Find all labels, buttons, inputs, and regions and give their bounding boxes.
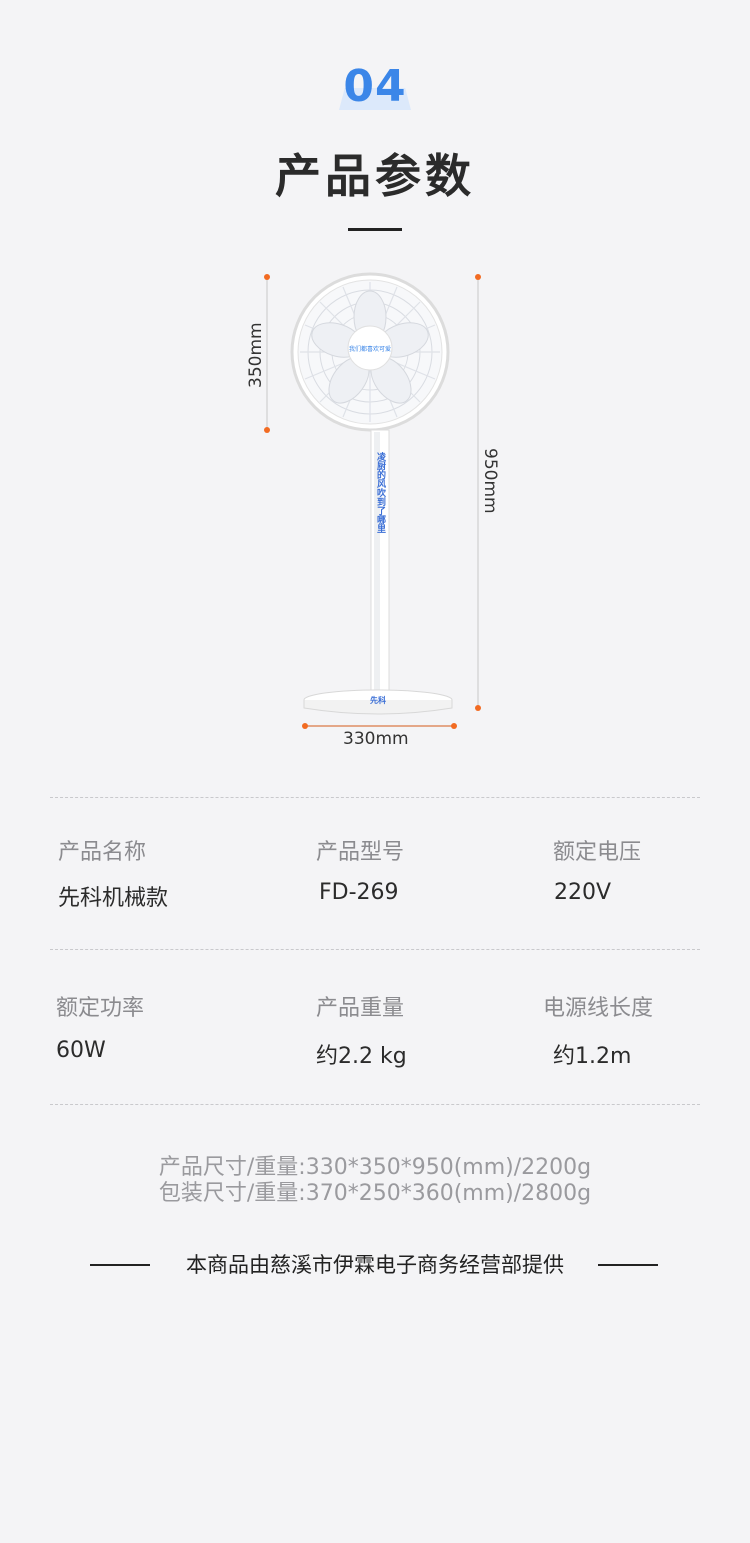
spec-label-model: 产品型号 [316,840,405,865]
spec-value-voltage: 220V [554,880,612,905]
spec-label-cord-length: 电源线长度 [543,996,654,1021]
spec-value-cord-length: 约1.2m [553,1044,632,1069]
spec-value-weight: 约2.2 kg [316,1044,407,1069]
dim-head-height: 350mm [246,322,266,388]
divider [50,797,700,798]
dim-dot [451,723,457,729]
product-illustration: 我们都喜欢可爱 凌厨的风吹到了哪里 先科 350mm 950mm 330mm [230,262,520,762]
provider-text: 本商品由慈溪市伊霖电子商务经营部提供 [186,1253,564,1277]
dim-dot [475,705,481,711]
base-text: 先科 [370,695,386,705]
pole-text: 凌厨的风吹到了哪里 [375,451,386,533]
provider-row: 本商品由慈溪市伊霖电子商务经营部提供 [90,1250,660,1280]
dim-dot [264,427,270,433]
package-size-line: 包装尺寸/重量:370*250*360(mm)/2800g [158,1181,592,1206]
fan-image: 我们都喜欢可爱 凌厨的风吹到了哪里 先科 [264,272,481,729]
dim-base-width: 330mm [343,729,409,749]
fan-badge-text: 我们都喜欢可爱 [349,345,391,353]
title-underline [348,228,402,231]
spec-value-name: 先科机械款 [58,886,169,911]
page-title: 产品参数 [275,149,475,203]
spec-value-power: 60W [56,1038,106,1063]
dim-dot [302,723,308,729]
spec-label-weight: 产品重量 [316,996,405,1021]
provider-line-right [598,1264,658,1266]
section-number: 04 [343,61,407,112]
dim-total-height: 950mm [480,448,500,514]
section-number-badge: 04 [339,62,411,112]
spec-value-model: FD-269 [319,880,399,905]
divider [50,949,700,950]
provider-line-left [90,1264,150,1266]
product-size-line: 产品尺寸/重量:330*350*950(mm)/2200g [158,1155,592,1180]
spec-label-voltage: 额定电压 [553,840,642,865]
dim-dot [475,274,481,280]
spec-label-power: 额定功率 [56,996,145,1021]
divider [50,1104,700,1105]
dim-dot [264,274,270,280]
spec-label-name: 产品名称 [58,840,147,865]
